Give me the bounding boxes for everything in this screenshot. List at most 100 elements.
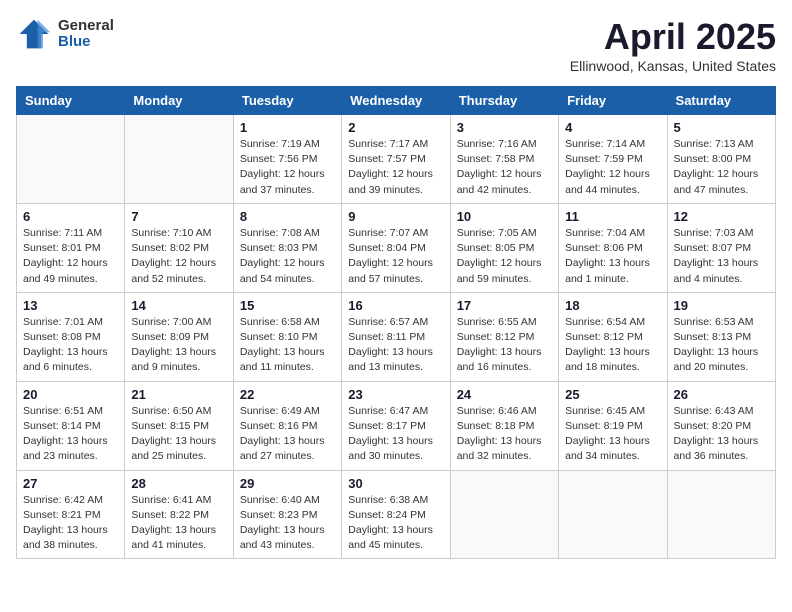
calendar-cell: 25 Sunrise: 6:45 AM Sunset: 8:19 PM Dayli…: [559, 381, 667, 470]
day-info: Sunrise: 7:17 AM Sunset: 7:57 PM Dayligh…: [348, 137, 443, 198]
day-number: 16: [348, 298, 443, 313]
weekday-header-sunday: Sunday: [17, 87, 125, 115]
day-number: 23: [348, 387, 443, 402]
calendar-table: SundayMondayTuesdayWednesdayThursdayFrid…: [16, 86, 776, 559]
calendar-cell: [559, 470, 667, 559]
weekday-header-friday: Friday: [559, 87, 667, 115]
day-number: 5: [674, 120, 769, 135]
calendar-cell: 15Sunrise: 6:58 AM Sunset: 8:10 PM Dayli…: [233, 292, 341, 381]
calendar-week-1: 1Sunrise: 7:19 AM Sunset: 7:56 PM Daylig…: [17, 115, 776, 204]
calendar-week-5: 27 Sunrise: 6:42 AM Sunset: 8:21 PM Dayli…: [17, 470, 776, 559]
calendar-cell: [667, 470, 775, 559]
weekday-header-tuesday: Tuesday: [233, 87, 341, 115]
day-number: 4: [565, 120, 660, 135]
calendar-week-2: 6 Sunrise: 7:11 AM Sunset: 8:01 PM Daylig…: [17, 203, 776, 292]
calendar-cell: 18 Sunrise: 6:54 AM Sunset: 8:12 PM Dayli…: [559, 292, 667, 381]
day-number: 21: [131, 387, 226, 402]
day-number: 25: [565, 387, 660, 402]
calendar-cell: 3Sunrise: 7:16 AM Sunset: 7:58 PM Daylig…: [450, 115, 558, 204]
day-number: 28: [131, 476, 226, 491]
day-number: 1: [240, 120, 335, 135]
day-info: Sunrise: 6:53 AM Sunset: 8:13 PM Dayligh…: [674, 315, 769, 376]
day-info: Sunrise: 7:16 AM Sunset: 7:58 PM Dayligh…: [457, 137, 552, 198]
logo-icon: [16, 16, 52, 52]
day-info: Sunrise: 6:58 AM Sunset: 8:10 PM Dayligh…: [240, 315, 335, 376]
calendar-cell: 21 Sunrise: 6:50 AM Sunset: 8:15 PM Dayli…: [125, 381, 233, 470]
day-info: Sunrise: 6:57 AM Sunset: 8:11 PM Dayligh…: [348, 315, 443, 376]
calendar-cell: 26Sunrise: 6:43 AM Sunset: 8:20 PM Dayli…: [667, 381, 775, 470]
calendar-cell: 16 Sunrise: 6:57 AM Sunset: 8:11 PM Dayli…: [342, 292, 450, 381]
calendar-cell: 28 Sunrise: 6:41 AM Sunset: 8:22 PM Dayli…: [125, 470, 233, 559]
calendar-cell: 4 Sunrise: 7:14 AM Sunset: 7:59 PM Daylig…: [559, 115, 667, 204]
day-info: Sunrise: 6:41 AM Sunset: 8:22 PM Dayligh…: [131, 493, 226, 554]
calendar-body: 1Sunrise: 7:19 AM Sunset: 7:56 PM Daylig…: [17, 115, 776, 559]
day-info: Sunrise: 6:47 AM Sunset: 8:17 PM Dayligh…: [348, 404, 443, 465]
title-block: April 2025 Ellinwood, Kansas, United Sta…: [570, 16, 776, 74]
day-number: 14: [131, 298, 226, 313]
day-number: 24: [457, 387, 552, 402]
month-title: April 2025: [570, 16, 776, 58]
calendar-cell: 29Sunrise: 6:40 AM Sunset: 8:23 PM Dayli…: [233, 470, 341, 559]
calendar-cell: 20 Sunrise: 6:51 AM Sunset: 8:14 PM Dayli…: [17, 381, 125, 470]
day-number: 20: [23, 387, 118, 402]
weekday-header-row: SundayMondayTuesdayWednesdayThursdayFrid…: [17, 87, 776, 115]
day-number: 26: [674, 387, 769, 402]
day-number: 11: [565, 209, 660, 224]
day-number: 2: [348, 120, 443, 135]
calendar-cell: [450, 470, 558, 559]
day-info: Sunrise: 7:00 AM Sunset: 8:09 PM Dayligh…: [131, 315, 226, 376]
weekday-header-monday: Monday: [125, 87, 233, 115]
calendar-cell: 10Sunrise: 7:05 AM Sunset: 8:05 PM Dayli…: [450, 203, 558, 292]
calendar-cell: 1Sunrise: 7:19 AM Sunset: 7:56 PM Daylig…: [233, 115, 341, 204]
day-info: Sunrise: 7:10 AM Sunset: 8:02 PM Dayligh…: [131, 226, 226, 287]
calendar-cell: [17, 115, 125, 204]
day-number: 13: [23, 298, 118, 313]
calendar-cell: 23 Sunrise: 6:47 AM Sunset: 8:17 PM Dayli…: [342, 381, 450, 470]
calendar-cell: 12Sunrise: 7:03 AM Sunset: 8:07 PM Dayli…: [667, 203, 775, 292]
calendar-cell: 11 Sunrise: 7:04 AM Sunset: 8:06 PM Dayli…: [559, 203, 667, 292]
day-number: 12: [674, 209, 769, 224]
day-info: Sunrise: 7:11 AM Sunset: 8:01 PM Dayligh…: [23, 226, 118, 287]
calendar-cell: 19 Sunrise: 6:53 AM Sunset: 8:13 PM Dayli…: [667, 292, 775, 381]
day-number: 30: [348, 476, 443, 491]
calendar-header: SundayMondayTuesdayWednesdayThursdayFrid…: [17, 87, 776, 115]
day-info: Sunrise: 6:46 AM Sunset: 8:18 PM Dayligh…: [457, 404, 552, 465]
day-number: 19: [674, 298, 769, 313]
day-number: 10: [457, 209, 552, 224]
day-info: Sunrise: 7:14 AM Sunset: 7:59 PM Dayligh…: [565, 137, 660, 198]
logo-general-text: General: [58, 18, 114, 35]
day-info: Sunrise: 6:49 AM Sunset: 8:16 PM Dayligh…: [240, 404, 335, 465]
day-number: 18: [565, 298, 660, 313]
weekday-header-wednesday: Wednesday: [342, 87, 450, 115]
day-number: 6: [23, 209, 118, 224]
page-header: General Blue April 2025 Ellinwood, Kansa…: [16, 16, 776, 74]
day-number: 22: [240, 387, 335, 402]
calendar-cell: 17 Sunrise: 6:55 AM Sunset: 8:12 PM Dayli…: [450, 292, 558, 381]
day-info: Sunrise: 7:04 AM Sunset: 8:06 PM Dayligh…: [565, 226, 660, 287]
day-info: Sunrise: 6:50 AM Sunset: 8:15 PM Dayligh…: [131, 404, 226, 465]
logo-text: General Blue: [58, 18, 114, 51]
day-info: Sunrise: 6:38 AM Sunset: 8:24 PM Dayligh…: [348, 493, 443, 554]
location-text: Ellinwood, Kansas, United States: [570, 58, 776, 74]
day-info: Sunrise: 6:55 AM Sunset: 8:12 PM Dayligh…: [457, 315, 552, 376]
logo-blue-text: Blue: [58, 34, 114, 51]
calendar-cell: 7Sunrise: 7:10 AM Sunset: 8:02 PM Daylig…: [125, 203, 233, 292]
calendar-cell: 30 Sunrise: 6:38 AM Sunset: 8:24 PM Dayli…: [342, 470, 450, 559]
day-number: 17: [457, 298, 552, 313]
weekday-header-thursday: Thursday: [450, 87, 558, 115]
logo: General Blue: [16, 16, 114, 52]
day-number: 29: [240, 476, 335, 491]
day-number: 27: [23, 476, 118, 491]
weekday-header-saturday: Saturday: [667, 87, 775, 115]
day-info: Sunrise: 6:45 AM Sunset: 8:19 PM Dayligh…: [565, 404, 660, 465]
calendar-cell: 8Sunrise: 7:08 AM Sunset: 8:03 PM Daylig…: [233, 203, 341, 292]
calendar-week-4: 20 Sunrise: 6:51 AM Sunset: 8:14 PM Dayli…: [17, 381, 776, 470]
day-info: Sunrise: 6:42 AM Sunset: 8:21 PM Dayligh…: [23, 493, 118, 554]
day-number: 9: [348, 209, 443, 224]
calendar-cell: 6 Sunrise: 7:11 AM Sunset: 8:01 PM Daylig…: [17, 203, 125, 292]
day-info: Sunrise: 6:54 AM Sunset: 8:12 PM Dayligh…: [565, 315, 660, 376]
calendar-cell: 13 Sunrise: 7:01 AM Sunset: 8:08 PM Dayli…: [17, 292, 125, 381]
day-info: Sunrise: 6:51 AM Sunset: 8:14 PM Dayligh…: [23, 404, 118, 465]
day-info: Sunrise: 7:01 AM Sunset: 8:08 PM Dayligh…: [23, 315, 118, 376]
calendar-week-3: 13 Sunrise: 7:01 AM Sunset: 8:08 PM Dayli…: [17, 292, 776, 381]
